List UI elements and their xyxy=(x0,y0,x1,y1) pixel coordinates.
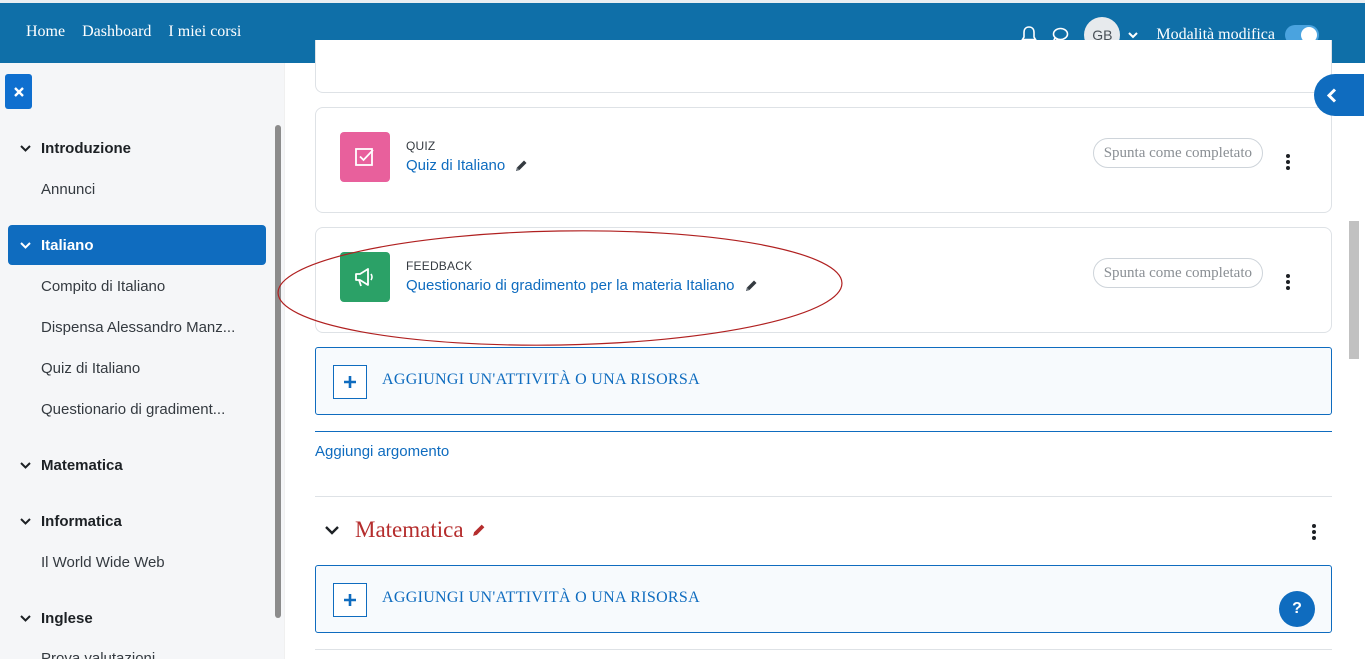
course-section-informatica[interactable]: Informatica xyxy=(8,501,266,541)
course-section-italiano[interactable]: Italiano xyxy=(8,225,266,265)
open-block-drawer-button[interactable] xyxy=(1314,74,1364,116)
activity-card-feedback: FEEDBACK Questionario di gradimento per … xyxy=(315,227,1332,333)
activity-actions-kebab-icon[interactable] xyxy=(1283,274,1293,290)
section-divider xyxy=(315,431,1332,432)
activity-name[interactable]: Questionario di gradimento per la materi… xyxy=(406,277,735,294)
activity-card-quiz: QUIZ Quiz di Italiano Spunta come comple… xyxy=(315,107,1332,213)
section-label: Matematica xyxy=(41,456,123,474)
quiz-checkbox-icon xyxy=(340,132,390,182)
pencil-edit-icon[interactable] xyxy=(472,523,486,537)
pencil-edit-icon[interactable] xyxy=(745,279,758,292)
course-section-matematica[interactable]: Matematica xyxy=(8,445,266,485)
plus-icon xyxy=(333,365,367,399)
course-index-item[interactable]: Annunci xyxy=(41,181,95,198)
course-index-item[interactable]: Questionario di gradiment... xyxy=(41,401,225,418)
activity-actions-kebab-icon[interactable] xyxy=(1283,154,1293,170)
course-index-item[interactable]: Dispensa Alessandro Manz... xyxy=(41,319,235,336)
primary-navigation: Home Dashboard I miei corsi xyxy=(26,23,241,41)
help-button[interactable]: ? xyxy=(1279,591,1315,627)
add-activity-label: AGGIUNGI UN'ATTIVITÀ O UNA RISORSA xyxy=(382,371,700,388)
chevron-down-icon[interactable] xyxy=(20,461,31,469)
section-actions-kebab-icon[interactable] xyxy=(1309,524,1319,540)
chevron-down-icon[interactable] xyxy=(20,241,31,249)
plus-icon xyxy=(333,583,367,617)
activity-link[interactable]: Quiz di Italiano xyxy=(406,157,528,174)
course-section-introduzione[interactable]: Introduzione xyxy=(8,128,266,168)
add-activity-button[interactable]: AGGIUNGI UN'ATTIVITÀ O UNA RISORSA xyxy=(315,347,1332,415)
mark-complete-button[interactable]: Spunta come completato xyxy=(1092,258,1263,288)
nav-dashboard-link[interactable]: Dashboard xyxy=(82,23,151,41)
section-label: Introduzione xyxy=(41,139,131,157)
activity-link[interactable]: Questionario di gradimento per la materi… xyxy=(406,277,758,294)
section-collapse-chevron-down-icon[interactable] xyxy=(325,526,339,535)
mark-complete-button[interactable]: Spunta come completato xyxy=(1092,138,1263,168)
section-title[interactable]: Matematica xyxy=(355,517,486,543)
drawer-scrollbar[interactable] xyxy=(275,125,281,618)
activity-type-label: FEEDBACK xyxy=(406,259,473,273)
pencil-edit-icon[interactable] xyxy=(515,159,528,172)
section-divider xyxy=(315,496,1332,497)
section-title-text[interactable]: Matematica xyxy=(355,517,464,543)
feedback-megaphone-icon xyxy=(340,252,390,302)
course-index-item[interactable]: Prova valutazioni xyxy=(41,650,155,659)
page-scrollbar[interactable] xyxy=(1349,221,1359,359)
chevron-down-icon[interactable] xyxy=(20,614,31,622)
nav-home-link[interactable]: Home xyxy=(26,23,65,41)
add-topic-link[interactable]: Aggiungi argomento xyxy=(315,443,449,460)
close-drawer-button[interactable] xyxy=(5,74,32,109)
section-label: Inglese xyxy=(41,609,93,627)
course-index-drawer: Introduzione Annunci Italiano Compito di… xyxy=(0,63,285,659)
course-section-inglese[interactable]: Inglese xyxy=(8,598,266,638)
section-label: Informatica xyxy=(41,512,122,530)
course-index-item[interactable]: Quiz di Italiano xyxy=(41,360,140,377)
add-activity-button[interactable]: AGGIUNGI UN'ATTIVITÀ O UNA RISORSA xyxy=(315,565,1332,633)
course-index-item[interactable]: Compito di Italiano xyxy=(41,278,165,295)
close-icon xyxy=(13,86,24,97)
section-divider xyxy=(315,649,1332,650)
chevron-left-icon xyxy=(1327,87,1337,103)
add-activity-label: AGGIUNGI UN'ATTIVITÀ O UNA RISORSA xyxy=(382,589,700,606)
course-index-item[interactable]: Il World Wide Web xyxy=(41,554,165,571)
previous-activity-card xyxy=(315,40,1332,93)
chevron-down-icon[interactable] xyxy=(20,517,31,525)
chevron-down-icon[interactable] xyxy=(20,144,31,152)
activity-type-label: QUIZ xyxy=(406,139,436,153)
section-label: Italiano xyxy=(41,236,94,254)
nav-my-courses-link[interactable]: I miei corsi xyxy=(168,23,241,41)
activity-name[interactable]: Quiz di Italiano xyxy=(406,157,505,174)
